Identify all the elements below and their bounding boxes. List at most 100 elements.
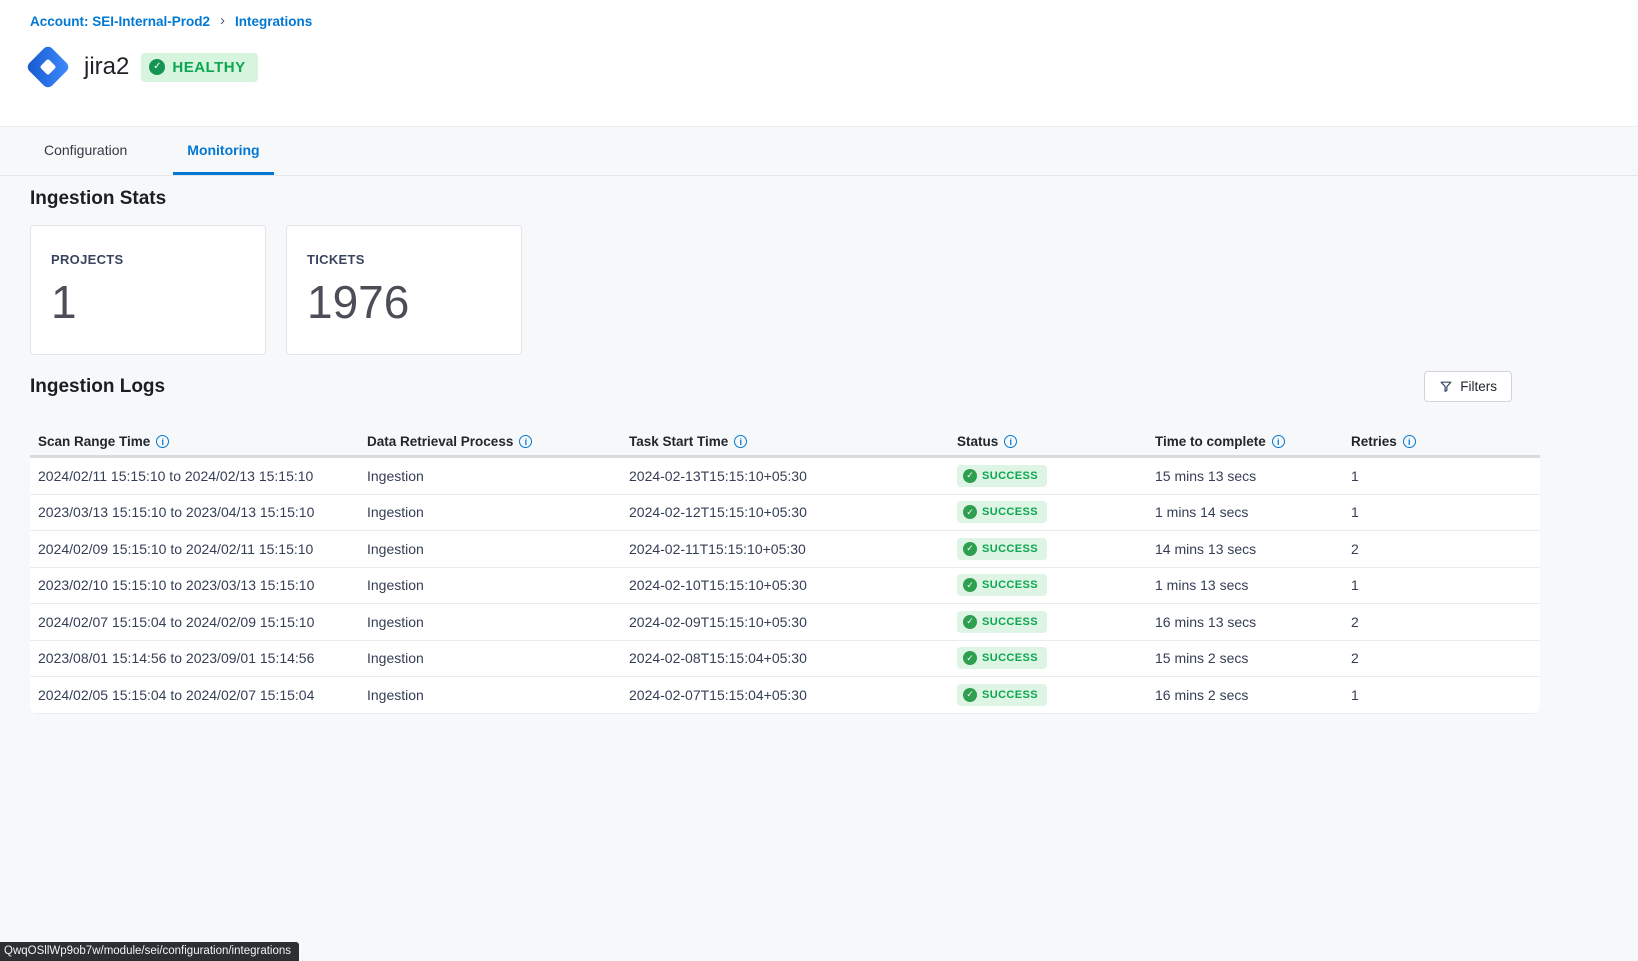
scan-range-cell: 2024/02/07 15:15:04 to 2024/02/09 15:15:… xyxy=(30,614,359,630)
browser-status-bar-url: QwqOSllWp9ob7w/module/sei/configuration/… xyxy=(0,942,299,961)
process-cell: Ingestion xyxy=(359,614,621,630)
time-to-complete-cell: 14 mins 13 secs xyxy=(1147,541,1343,557)
info-icon[interactable]: i xyxy=(734,435,747,448)
process-cell: Ingestion xyxy=(359,650,621,666)
status-text: SUCCESS xyxy=(982,616,1038,628)
status-badge: ✓ SUCCESS xyxy=(957,574,1047,596)
status-text: SUCCESS xyxy=(982,652,1038,664)
scan-range-cell: 2024/02/05 15:15:04 to 2024/02/07 15:15:… xyxy=(30,687,359,703)
status-badge: ✓ SUCCESS xyxy=(957,684,1047,706)
tab-bar: Configuration Monitoring xyxy=(0,128,1638,176)
ingestion-stats-heading: Ingestion Stats xyxy=(30,188,166,210)
retries-cell: 1 xyxy=(1343,504,1540,520)
ingestion-logs-heading: Ingestion Logs xyxy=(30,376,165,398)
info-icon[interactable]: i xyxy=(1004,435,1017,448)
check-circle-icon: ✓ xyxy=(149,59,165,75)
page-title: jira2 xyxy=(84,53,129,81)
tab-monitoring[interactable]: Monitoring xyxy=(173,128,273,175)
status-cell: ✓ SUCCESS xyxy=(949,684,1147,706)
column-header-label: Scan Range Time xyxy=(38,434,150,449)
time-to-complete-cell: 15 mins 13 secs xyxy=(1147,468,1343,484)
health-status-badge: ✓ HEALTHY xyxy=(141,53,257,82)
filters-button[interactable]: Filters xyxy=(1424,371,1512,402)
column-header-label: Data Retrieval Process xyxy=(367,434,513,449)
info-icon[interactable]: i xyxy=(1272,435,1285,448)
retries-cell: 2 xyxy=(1343,541,1540,557)
check-circle-icon: ✓ xyxy=(963,542,977,556)
task-start-cell: 2024-02-13T15:15:10+05:30 xyxy=(621,468,949,484)
table-row: 2023/02/10 15:15:10 to 2023/03/13 15:15:… xyxy=(30,568,1540,605)
stat-label: PROJECTS xyxy=(51,252,245,267)
scan-range-cell: 2023/02/10 15:15:10 to 2023/03/13 15:15:… xyxy=(30,577,359,593)
stat-label: TICKETS xyxy=(307,252,501,267)
status-text: SUCCESS xyxy=(982,506,1038,518)
column-header-label: Retries xyxy=(1351,434,1397,449)
health-status-text: HEALTHY xyxy=(172,59,245,76)
status-text: SUCCESS xyxy=(982,689,1038,701)
column-header-status: Statusi xyxy=(949,434,1147,449)
time-to-complete-cell: 16 mins 2 secs xyxy=(1147,687,1343,703)
status-cell: ✓ SUCCESS xyxy=(949,647,1147,669)
jira-logo-icon xyxy=(21,40,75,94)
check-circle-icon: ✓ xyxy=(963,578,977,592)
filter-funnel-icon xyxy=(1439,380,1453,394)
task-start-cell: 2024-02-09T15:15:10+05:30 xyxy=(621,614,949,630)
table-header-row: Scan Range TimeiData Retrieval ProcessiT… xyxy=(30,428,1540,458)
column-header-scan-range: Scan Range Time i xyxy=(30,434,359,449)
check-circle-icon: ✓ xyxy=(963,651,977,665)
scan-range-cell: 2023/03/13 15:15:10 to 2023/04/13 15:15:… xyxy=(30,504,359,520)
breadcrumb: Account: SEI-Internal-Prod2 › Integratio… xyxy=(30,13,312,30)
status-text: SUCCESS xyxy=(982,543,1038,555)
process-cell: Ingestion xyxy=(359,468,621,484)
task-start-cell: 2024-02-11T15:15:10+05:30 xyxy=(621,541,949,557)
info-icon[interactable]: i xyxy=(1403,435,1416,448)
check-circle-icon: ✓ xyxy=(963,615,977,629)
status-badge: ✓ SUCCESS xyxy=(957,647,1047,669)
status-text: SUCCESS xyxy=(982,579,1038,591)
chevron-right-icon: › xyxy=(220,12,225,29)
column-header-label: Time to complete xyxy=(1155,434,1266,449)
table-row: 2024/02/09 15:15:10 to 2024/02/11 15:15:… xyxy=(30,531,1540,568)
task-start-cell: 2024-02-10T15:15:10+05:30 xyxy=(621,577,949,593)
tab-configuration[interactable]: Configuration xyxy=(30,128,141,175)
ingestion-logs-table: Scan Range TimeiData Retrieval ProcessiT… xyxy=(30,428,1540,714)
scan-range-cell: 2024/02/09 15:15:10 to 2024/02/11 15:15:… xyxy=(30,541,359,557)
scan-range-cell: 2024/02/11 15:15:10 to 2024/02/13 15:15:… xyxy=(30,468,359,484)
time-to-complete-cell: 16 mins 13 secs xyxy=(1147,614,1343,630)
process-cell: Ingestion xyxy=(359,541,621,557)
filters-button-label: Filters xyxy=(1460,379,1497,394)
process-cell: Ingestion xyxy=(359,577,621,593)
task-start-cell: 2024-02-12T15:15:10+05:30 xyxy=(621,504,949,520)
status-cell: ✓ SUCCESS xyxy=(949,574,1147,596)
info-icon[interactable]: i xyxy=(156,435,169,448)
status-cell: ✓ SUCCESS xyxy=(949,611,1147,633)
status-text: SUCCESS xyxy=(982,470,1038,482)
process-cell: Ingestion xyxy=(359,504,621,520)
check-circle-icon: ✓ xyxy=(963,505,977,519)
page-header: Account: SEI-Internal-Prod2 › Integratio… xyxy=(0,0,1638,127)
table-body: 2024/02/11 15:15:10 to 2024/02/13 15:15:… xyxy=(30,458,1540,714)
column-header-retries: Retries i xyxy=(1343,434,1540,449)
status-cell: ✓SUCCESS xyxy=(949,465,1147,487)
retries-cell: 1 xyxy=(1343,468,1540,484)
scan-range-cell: 2023/08/01 15:14:56 to 2023/09/01 15:14:… xyxy=(30,650,359,666)
status-badge: ✓ SUCCESS xyxy=(957,538,1047,560)
breadcrumb-integrations-link[interactable]: Integrations xyxy=(235,14,312,29)
info-icon[interactable]: i xyxy=(519,435,532,448)
status-badge: ✓ SUCCESS xyxy=(957,501,1047,523)
integration-title-row: jira2 ✓ HEALTHY xyxy=(21,39,258,95)
retries-cell: 1 xyxy=(1343,577,1540,593)
stat-value: 1 xyxy=(51,279,245,325)
task-start-cell: 2024-02-08T15:15:04+05:30 xyxy=(621,650,949,666)
table-row: 2023/08/01 15:14:56 to 2023/09/01 15:14:… xyxy=(30,641,1540,678)
time-to-complete-cell: 1 mins 13 secs xyxy=(1147,577,1343,593)
column-header-task-start: Task Start Timei xyxy=(621,434,949,449)
task-start-cell: 2024-02-07T15:15:04+05:30 xyxy=(621,687,949,703)
breadcrumb-account-link[interactable]: Account: SEI-Internal-Prod2 xyxy=(30,14,210,29)
column-header-label: Status xyxy=(957,434,998,449)
retries-cell: 2 xyxy=(1343,650,1540,666)
process-cell: Ingestion xyxy=(359,687,621,703)
check-circle-icon: ✓ xyxy=(963,688,977,702)
table-row: 2024/02/05 15:15:04 to 2024/02/07 15:15:… xyxy=(30,677,1540,714)
stat-value: 1976 xyxy=(307,279,501,325)
